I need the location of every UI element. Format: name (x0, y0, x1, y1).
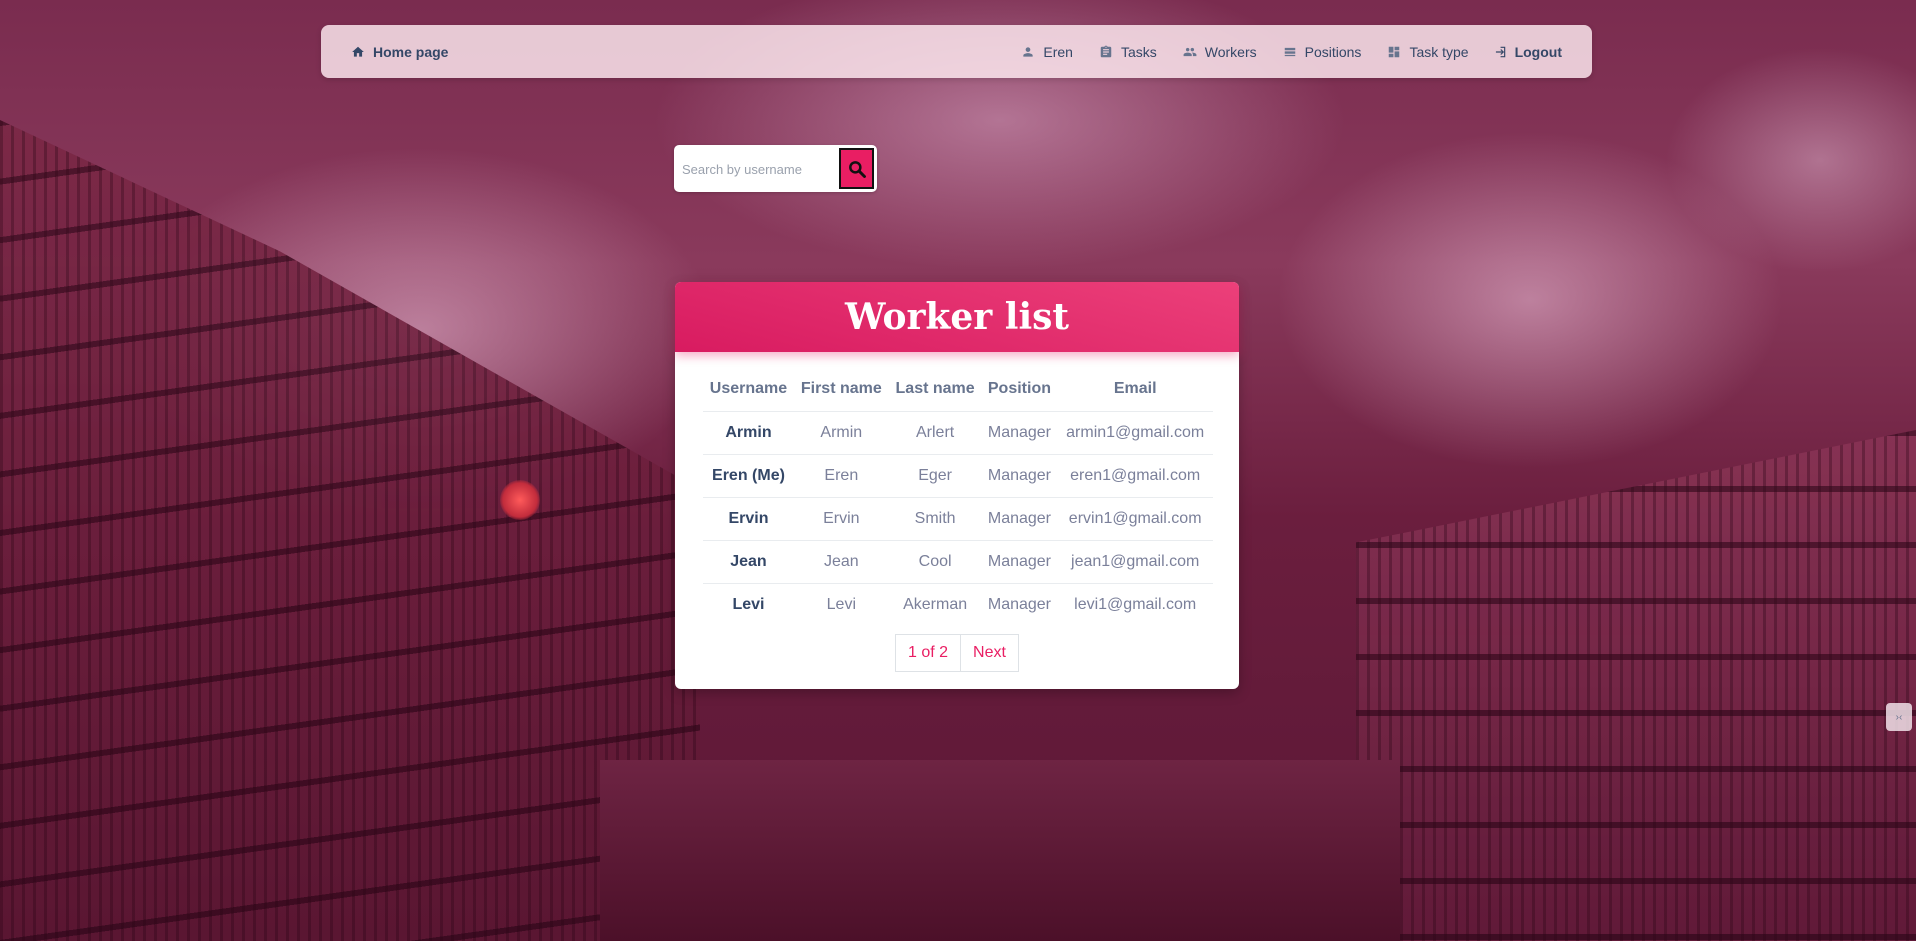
email-cell: jean1@gmail.com (1057, 540, 1213, 584)
next-page-button[interactable]: Next (961, 634, 1019, 672)
table-row: Ervin Ervin Smith Manager ervin1@gmail.c… (703, 497, 1213, 541)
clipboard-icon (1100, 45, 1112, 57)
position-cell: Manager (981, 540, 1058, 584)
logout-icon (1495, 46, 1505, 57)
first-name-cell: Eren (793, 454, 889, 498)
position-cell: Manager (981, 583, 1058, 626)
nav-profile-label: Eren (1043, 43, 1073, 60)
first-name-cell: Armin (793, 411, 889, 455)
pagination: 1 of 2 Next (895, 634, 1019, 672)
nav-tasks-link[interactable]: Tasks (1099, 44, 1157, 60)
card-header: Worker list (675, 282, 1239, 352)
email-cell: ervin1@gmail.com (1057, 497, 1213, 541)
position-cell: Manager (981, 454, 1058, 498)
search-input[interactable] (680, 151, 844, 188)
nav-positions-label: Positions (1304, 43, 1362, 60)
nav-workers-link[interactable]: Workers (1183, 44, 1257, 60)
view-list-icon (1284, 47, 1295, 56)
position-cell: Manager (981, 411, 1058, 455)
table-row: Jean Jean Cool Manager jean1@gmail.com (703, 540, 1213, 584)
nav-home-link[interactable]: Home page (351, 44, 448, 60)
column-header-email: Email (1113, 380, 1157, 397)
last-name-cell: Akerman (888, 583, 982, 626)
first-name-cell: Levi (793, 583, 889, 626)
nav-profile-link[interactable]: Eren (1021, 44, 1073, 60)
email-cell: eren1@gmail.com (1057, 454, 1213, 498)
column-header-username: Username (709, 380, 788, 397)
nav-tasks-label: Tasks (1120, 43, 1157, 60)
card-title: Worker list (844, 296, 1070, 338)
last-name-cell: Arlert (888, 411, 982, 455)
worker-table: Username First name Last name Position E… (703, 377, 1213, 626)
top-navbar: Home page Eren Tasks Workers Positions T… (321, 25, 1592, 78)
table-row: Levi Levi Akerman Manager levi1@gmail.co… (703, 583, 1213, 626)
username-link[interactable]: Jean (703, 540, 794, 584)
last-name-cell: Eger (888, 454, 982, 498)
column-header-last-name: Last name (895, 380, 975, 397)
first-name-cell: Ervin (793, 497, 889, 541)
email-cell: levi1@gmail.com (1057, 583, 1213, 626)
nav-logout-link[interactable]: Logout (1493, 44, 1562, 60)
bookshelf-left (0, 120, 700, 941)
nav-positions-link[interactable]: Positions (1283, 43, 1362, 60)
search-icon (848, 160, 866, 178)
table-row: Armin Armin Arlert Manager armin1@gmail.… (703, 411, 1213, 455)
collapse-icon[interactable]: ›‹ (1886, 703, 1912, 731)
table-row: Eren (Me) Eren Eger Manager eren1@gmail.… (703, 454, 1213, 498)
column-header-position: Position (987, 380, 1051, 397)
column-header-first-name: First name (800, 380, 882, 397)
library-floor (600, 760, 1400, 941)
bookshelf-right (1356, 430, 1916, 941)
last-name-cell: Smith (888, 497, 982, 541)
worker-list-card: Worker list Username First name Last nam… (675, 282, 1239, 689)
username-link[interactable]: Levi (703, 583, 794, 626)
first-name-cell: Jean (793, 540, 889, 584)
last-name-cell: Cool (888, 540, 982, 584)
username-link[interactable]: Armin (703, 411, 794, 455)
page-indicator: 1 of 2 (895, 634, 962, 672)
nav-logout-label: Logout (1514, 43, 1562, 60)
table-header-row: Username First name Last name Position E… (703, 377, 1213, 412)
dashboard-icon (1389, 46, 1400, 57)
people-icon (1183, 47, 1197, 56)
search-button[interactable] (839, 148, 874, 189)
person-icon (1023, 46, 1034, 57)
username-link[interactable]: Ervin (703, 497, 794, 541)
username-link[interactable]: Eren (Me) (703, 454, 794, 498)
email-cell: armin1@gmail.com (1057, 411, 1213, 455)
position-cell: Manager (981, 497, 1058, 541)
lamp (500, 480, 540, 520)
nav-home-label: Home page (373, 43, 449, 60)
search-form (674, 145, 877, 192)
nav-task-type-link[interactable]: Task type (1387, 43, 1469, 60)
nav-workers-label: Workers (1204, 43, 1257, 60)
home-icon (352, 46, 364, 57)
nav-task-type-label: Task type (1409, 43, 1469, 60)
